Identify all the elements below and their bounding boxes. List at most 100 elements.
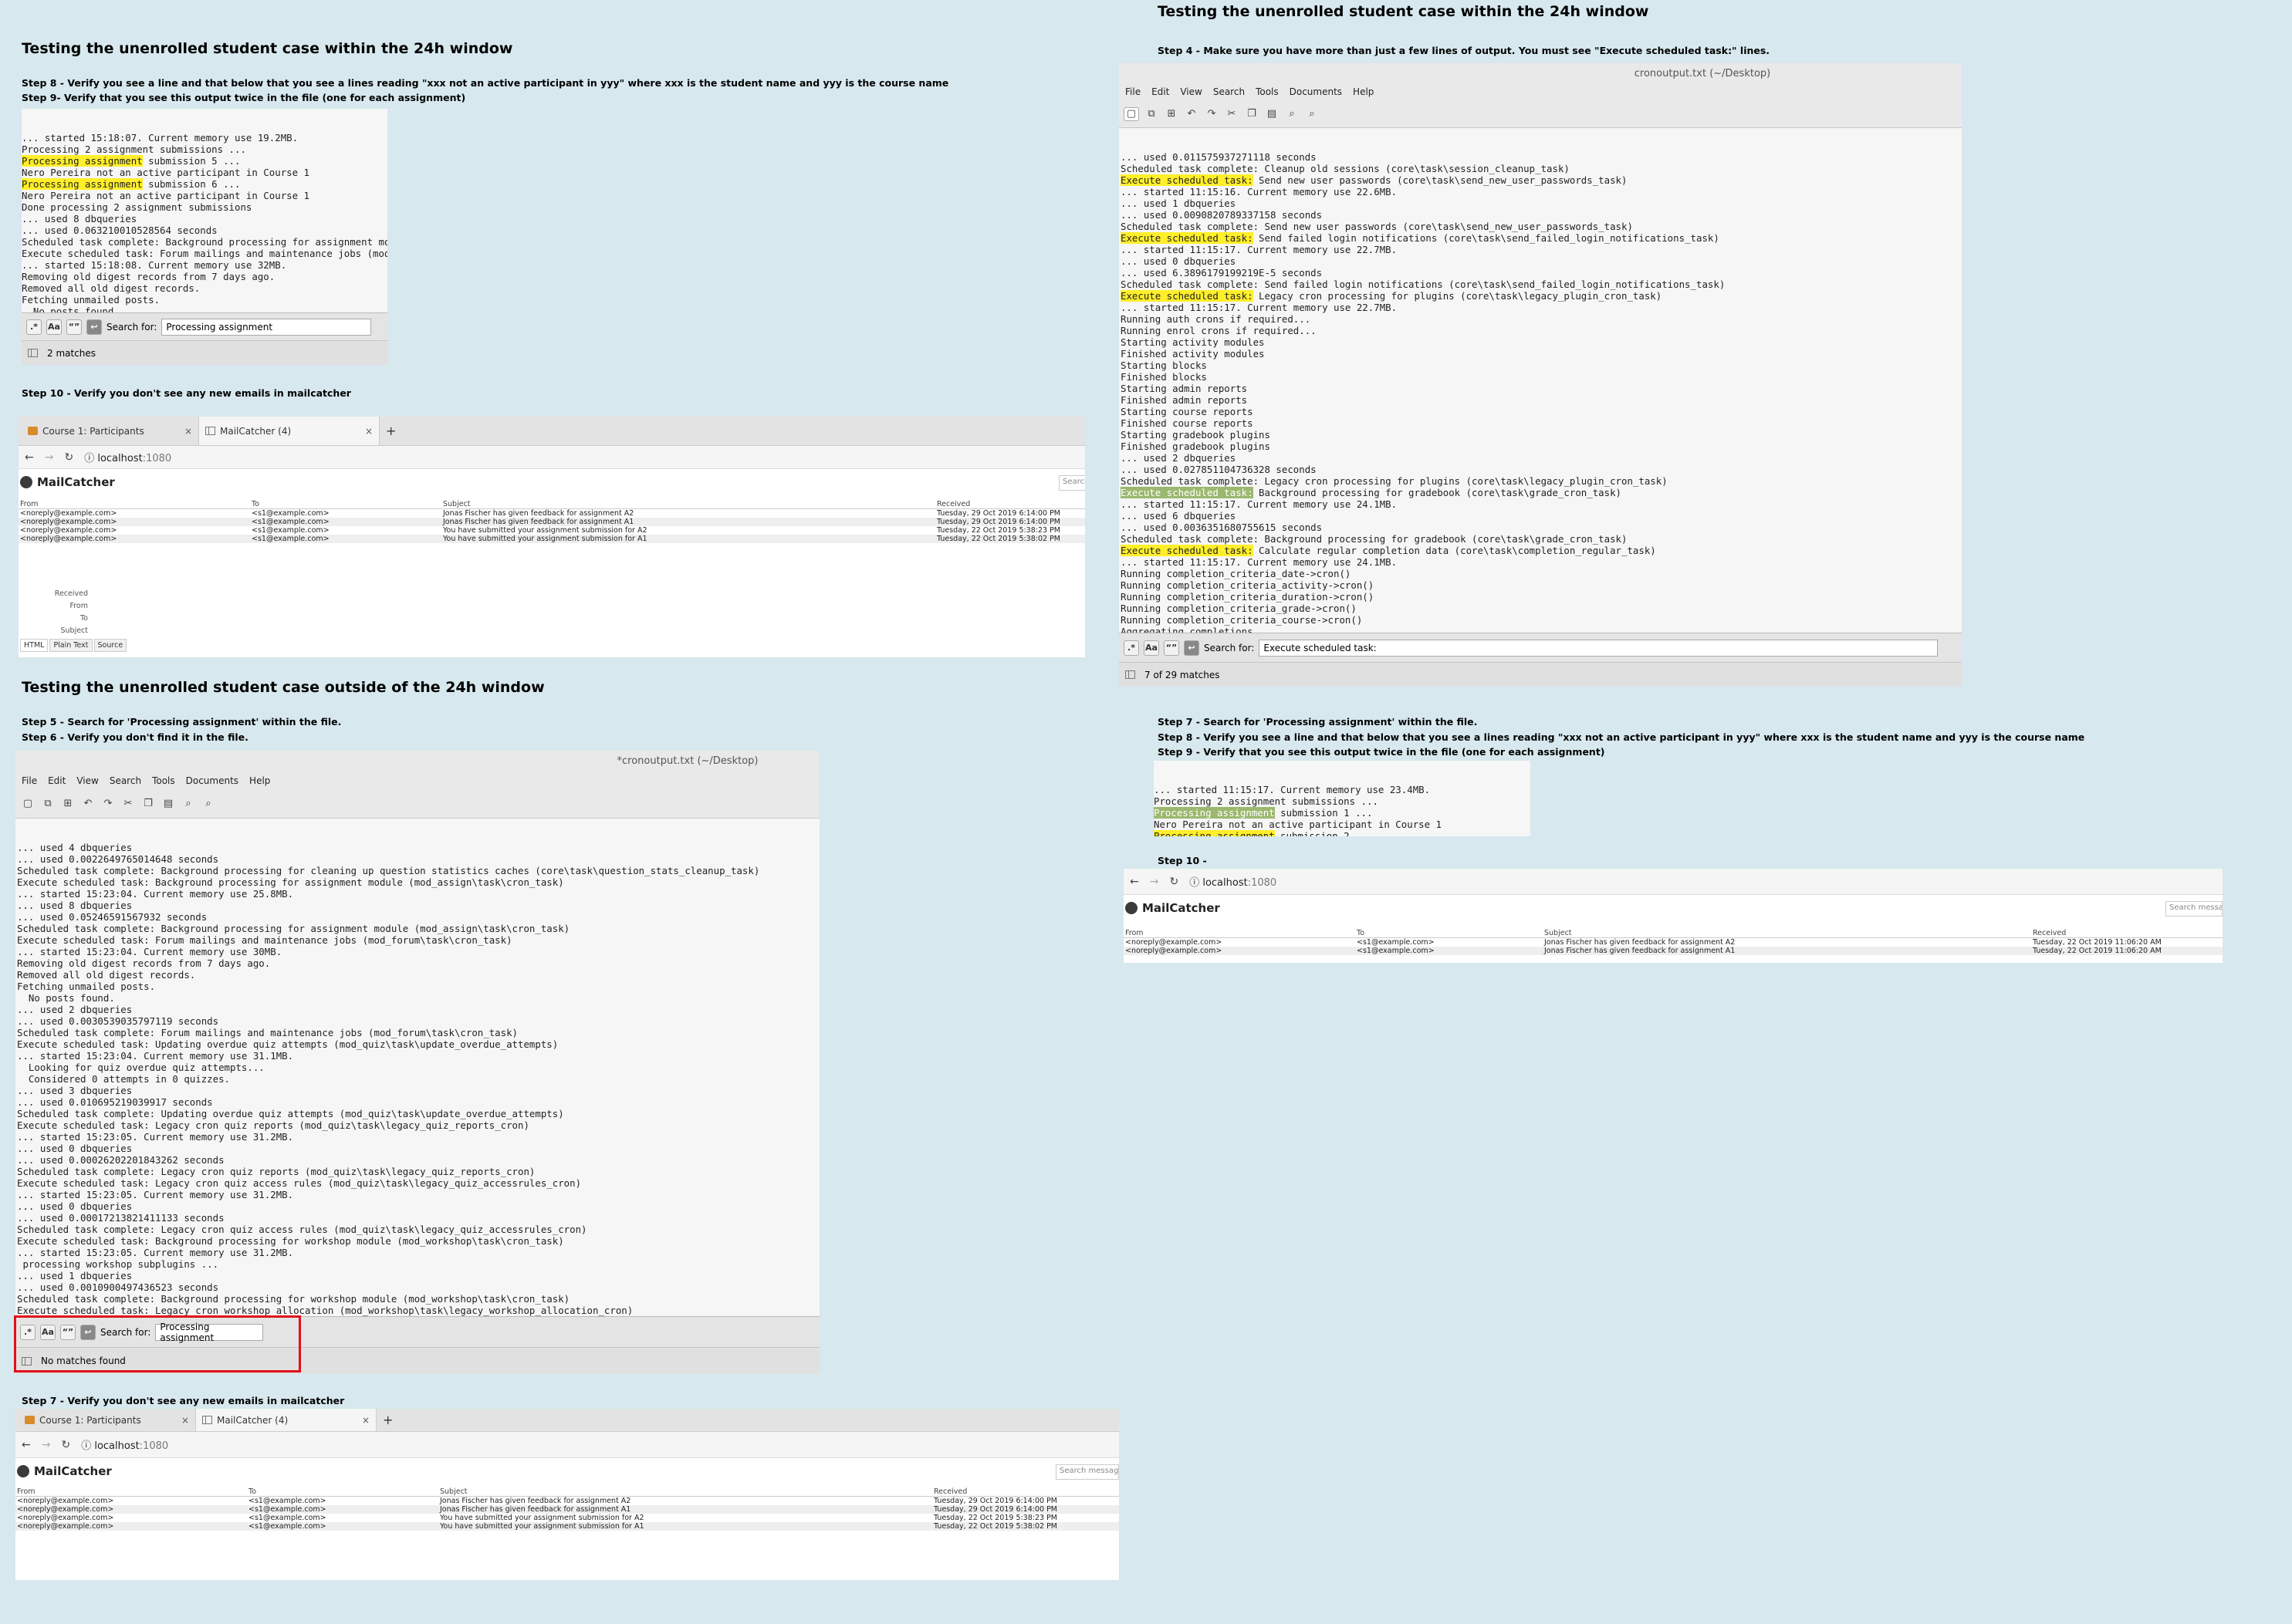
menu-item-help[interactable]: Help [1353, 86, 1374, 97]
copy-icon[interactable]: ❐ [140, 797, 156, 811]
search-match-highlight: Execute scheduled task: [1121, 174, 1253, 186]
save-icon[interactable]: ⊞ [60, 797, 76, 811]
back-arrow-icon[interactable]: ← [25, 451, 34, 464]
new-tab-button[interactable]: + [377, 1409, 399, 1431]
tab-html[interactable]: HTML [20, 639, 49, 652]
message-row[interactable]: <noreply@example.com> <s1@example.com> Jon… [1124, 938, 2223, 947]
paste-icon[interactable]: ▤ [161, 797, 176, 811]
message-row[interactable]: <noreply@example.com> <s1@example.com> Jon… [19, 518, 1085, 526]
menu-item-documents[interactable]: Documents [186, 775, 238, 786]
cut-icon[interactable]: ✂ [1224, 107, 1239, 121]
regex-toggle-icon[interactable]: .* [1124, 640, 1139, 656]
log-line: ... started 11:15:16. Current memory use… [1121, 186, 1962, 198]
reload-icon[interactable]: ↻ [61, 1439, 70, 1451]
log-text: Starting gradebook plugins [1121, 429, 1270, 441]
regex-toggle-icon[interactable]: .* [26, 319, 42, 335]
close-tab-icon[interactable]: × [362, 1415, 370, 1426]
menu-item-edit[interactable]: Edit [1151, 86, 1169, 97]
menu-item-file[interactable]: File [1125, 86, 1141, 97]
tab-mailcatcher[interactable]: MailCatcher (4) × [196, 1409, 377, 1431]
tab-course-participants[interactable]: Course 1: Participants × [19, 417, 199, 445]
forward-arrow-icon[interactable]: → [1150, 876, 1159, 888]
message-row[interactable]: <noreply@example.com> <s1@example.com> Jon… [1124, 947, 2223, 955]
new-document-icon[interactable]: ▢ [20, 797, 35, 811]
address-bar[interactable]: ⓘ localhost:1080 [84, 450, 171, 464]
redo-icon[interactable]: ↷ [1204, 107, 1219, 121]
search-messages-input[interactable]: Search messages [1056, 1464, 1119, 1480]
tab-course-participants[interactable]: Course 1: Participants × [15, 1409, 196, 1431]
open-icon[interactable]: ⧉ [40, 797, 56, 811]
menu-item-help[interactable]: Help [249, 775, 270, 786]
message-row[interactable]: <noreply@example.com> <s1@example.com> You… [19, 526, 1085, 535]
reload-icon[interactable]: ↻ [1169, 876, 1178, 888]
reload-icon[interactable]: ↻ [64, 451, 73, 464]
col-received: Received [935, 500, 1085, 509]
back-arrow-icon[interactable]: ← [1130, 876, 1139, 888]
tab-plain-text[interactable]: Plain Text [49, 639, 93, 652]
log-line: ... started 15:23:04. Current memory use… [17, 888, 294, 900]
address-bar[interactable]: ⓘ localhost:1080 [81, 1437, 168, 1452]
whole-word-toggle-icon[interactable]: “” [1164, 640, 1179, 656]
find-replace-icon[interactable]: ⌕ [1304, 107, 1320, 121]
search-messages-input[interactable]: Search messages [2165, 901, 2223, 917]
log-text: ... started 11:15:17. Current memory use… [1121, 556, 1398, 568]
message-row[interactable]: <noreply@example.com> <s1@example.com> Jon… [15, 1497, 1119, 1505]
match-case-toggle-icon[interactable]: Aa [1144, 640, 1159, 656]
forward-arrow-icon[interactable]: → [45, 451, 54, 464]
menu-bar: File Edit View Search Tools Documents Help [1119, 83, 1962, 100]
log-line: Running completion_criteria_course->cron… [1121, 614, 1962, 626]
search-input[interactable]: Execute scheduled task: [1259, 639, 1939, 657]
new-tab-button[interactable]: + [380, 417, 402, 445]
menu-item-documents[interactable]: Documents [1290, 86, 1342, 97]
find-replace-icon[interactable]: ⌕ [201, 797, 216, 811]
log-lines: ... used 0.011575937271118 seconds Schedu… [1121, 151, 1962, 649]
message-row[interactable]: <noreply@example.com> <s1@example.com> You… [19, 535, 1085, 543]
new-document-icon[interactable]: ▢ [1124, 106, 1139, 121]
redo-icon[interactable]: ↷ [100, 797, 116, 811]
menu-item-view[interactable]: View [1180, 86, 1202, 97]
message-row[interactable]: <noreply@example.com> <s1@example.com> You… [15, 1522, 1119, 1531]
log-text: Done processing 2 assignment submissions [22, 201, 252, 213]
search-messages-input[interactable]: Search messages [1059, 475, 1085, 491]
close-tab-icon[interactable]: × [184, 426, 192, 437]
back-arrow-icon[interactable]: ← [22, 1439, 31, 1451]
find-icon[interactable]: ⌕ [181, 797, 196, 811]
copy-icon[interactable]: ❐ [1244, 107, 1259, 121]
cut-icon[interactable]: ✂ [120, 797, 136, 811]
menu-item-file[interactable]: File [22, 775, 37, 786]
menu-item-edit[interactable]: Edit [48, 775, 66, 786]
cell-subject: Jonas Fischer has given feedback for ass… [1544, 938, 1736, 947]
menu-item-tools[interactable]: Tools [152, 775, 175, 786]
whole-word-toggle-icon[interactable]: “” [66, 319, 82, 335]
message-table: From To Subject Received <noreply@exampl… [1124, 929, 2223, 955]
forward-arrow-icon[interactable]: → [42, 1439, 51, 1451]
message-row[interactable]: <noreply@example.com> <s1@example.com> Jon… [15, 1505, 1119, 1514]
find-icon[interactable]: ⌕ [1284, 107, 1300, 121]
side-panel-toggle-icon[interactable] [28, 349, 38, 357]
paste-icon[interactable]: ▤ [1264, 107, 1280, 121]
tab-source[interactable]: Source [93, 639, 127, 652]
search-input[interactable]: Processing assignment [161, 318, 372, 336]
save-icon[interactable]: ⊞ [1164, 107, 1179, 121]
log-line: ... started 15:18:08. Current memory use… [22, 259, 387, 271]
side-panel-toggle-icon[interactable] [1125, 670, 1135, 679]
wrap-around-toggle-icon[interactable]: ↩ [1184, 640, 1199, 656]
undo-icon[interactable]: ↶ [1184, 107, 1199, 121]
undo-icon[interactable]: ↶ [80, 797, 96, 811]
close-tab-icon[interactable]: × [365, 426, 373, 437]
address-bar[interactable]: ⓘ localhost:1080 [1189, 874, 1276, 889]
log-text: Fetching unmailed posts. [22, 294, 161, 306]
log-line: ... used 0.0090820789337158 seconds [1121, 209, 1962, 221]
menu-item-search[interactable]: Search [1213, 86, 1245, 97]
message-row[interactable]: <noreply@example.com> <s1@example.com> You… [15, 1514, 1119, 1522]
menu-item-view[interactable]: View [76, 775, 98, 786]
match-case-toggle-icon[interactable]: Aa [46, 319, 62, 335]
close-tab-icon[interactable]: × [181, 1415, 189, 1426]
menu-item-tools[interactable]: Tools [1256, 86, 1279, 97]
menu-item-search[interactable]: Search [110, 775, 141, 786]
log-text: Nero Pereira not an active participant i… [22, 167, 309, 178]
tab-mailcatcher[interactable]: MailCatcher (4) × [199, 417, 380, 445]
wrap-around-toggle-icon[interactable]: ↩ [86, 319, 102, 335]
message-row[interactable]: <noreply@example.com> <s1@example.com> Jon… [19, 509, 1085, 518]
open-icon[interactable]: ⧉ [1144, 107, 1159, 121]
